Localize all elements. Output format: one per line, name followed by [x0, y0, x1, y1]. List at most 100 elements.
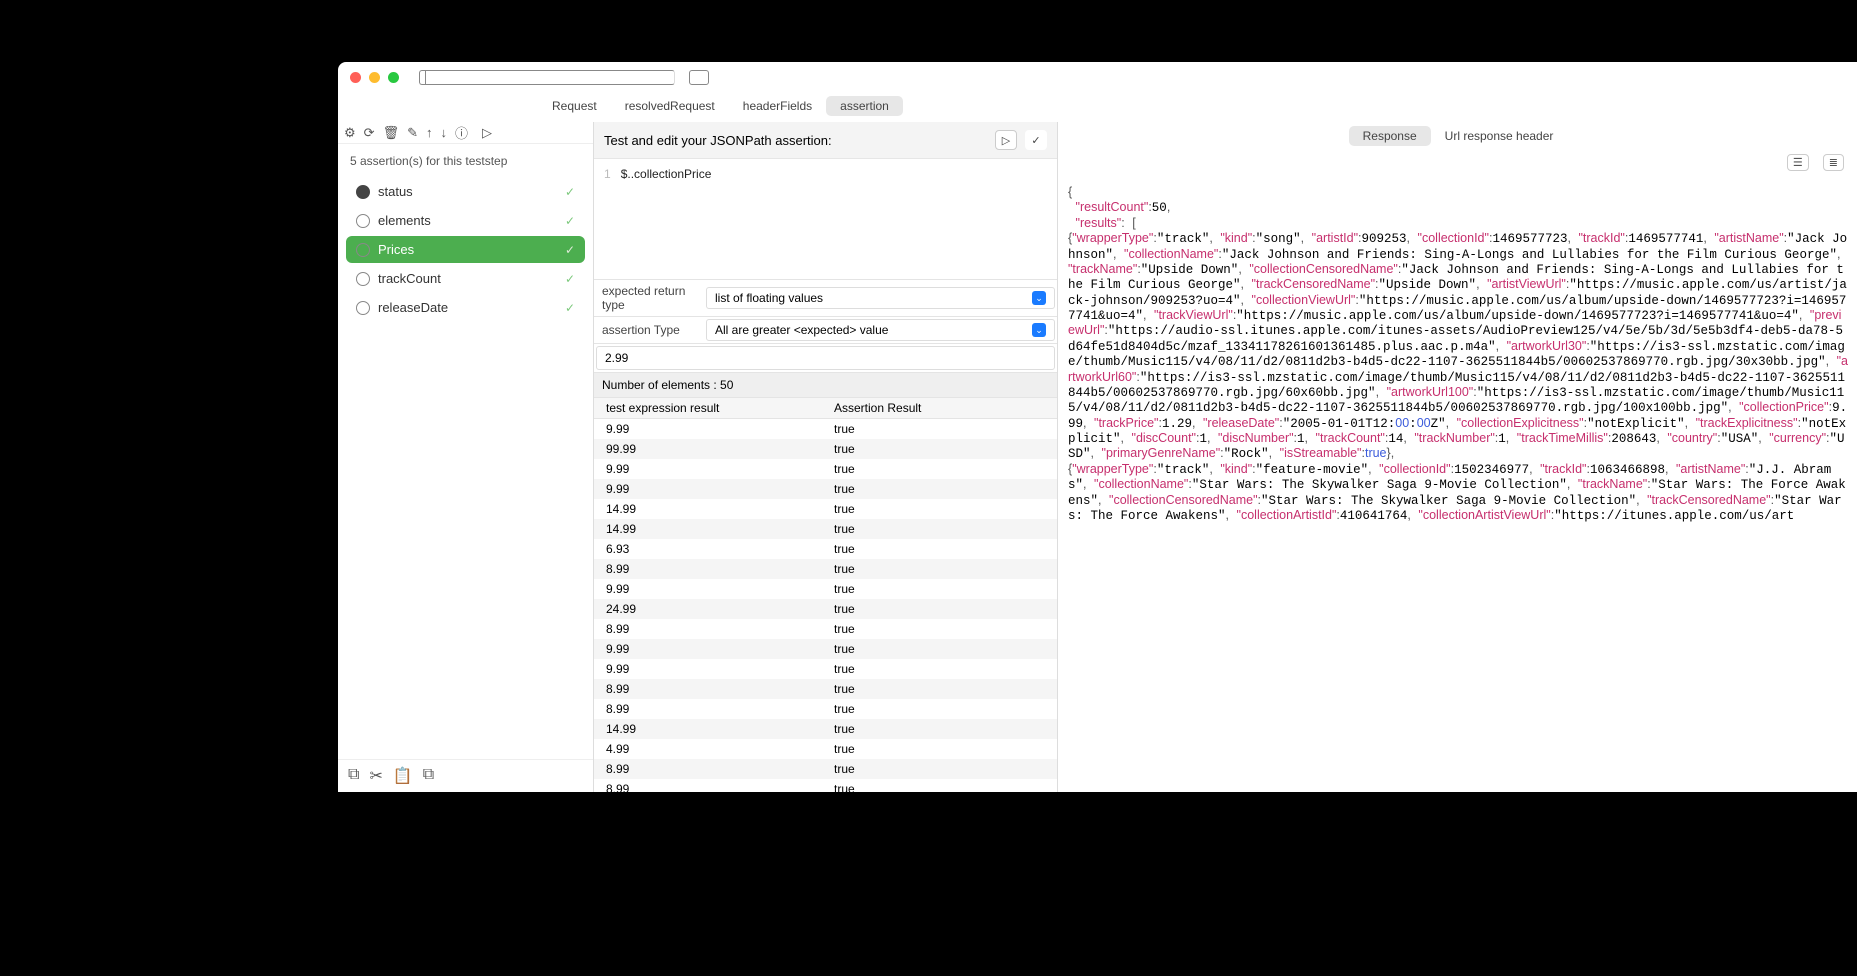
minimize-window-button[interactable] [369, 72, 380, 83]
assertion-status-icon [356, 185, 370, 199]
table-row: 14.99true [594, 519, 1057, 539]
refresh-icon[interactable]: ⟳ [364, 125, 375, 141]
chevron-down-icon: ⌄ [1032, 323, 1046, 337]
assertion-item-elements[interactable]: elements ✓ [346, 207, 585, 234]
assertion-item-releasedate[interactable]: releaseDate ✓ [346, 294, 585, 321]
list-icon[interactable]: ≣ [1823, 154, 1844, 171]
tab-resolvedrequest[interactable]: resolvedRequest [611, 96, 729, 116]
tab-url-response-header[interactable]: Url response header [1431, 126, 1568, 146]
assertion-editor-panel: Test and edit your JSONPath assertion: ▷… [594, 122, 1058, 792]
chevron-down-icon: ⌄ [1032, 291, 1046, 305]
zoom-window-button[interactable] [388, 72, 399, 83]
check-icon: ✓ [565, 301, 575, 315]
cell-assertion-result: true [822, 439, 1057, 459]
expected-return-type-select[interactable]: list of floating values ⌄ [706, 287, 1055, 309]
info-icon[interactable]: ⓘ [455, 123, 468, 142]
check-icon: ✓ [565, 243, 575, 257]
response-json-view[interactable]: { "resultCount":50, "results": [ {"wrapp… [1058, 177, 1857, 531]
cell-assertion-result: true [822, 599, 1057, 619]
table-row: 8.99true [594, 759, 1057, 779]
assertion-item-trackcount[interactable]: trackCount✓ [346, 265, 585, 292]
up-icon[interactable]: ↑ [426, 125, 433, 140]
cell-expression-result: 99.99 [594, 439, 822, 459]
cell-expression-result: 4.99 [594, 739, 822, 759]
table-row: 9.99true [594, 579, 1057, 599]
run-assertion-button[interactable]: ▷ [995, 130, 1017, 150]
assertion-item-label: status [378, 184, 413, 199]
tab-request[interactable]: Request [538, 96, 611, 116]
assertion-type-value: All are greater <expected> value [715, 323, 888, 337]
table-row: 14.99true [594, 499, 1057, 519]
cell-assertion-result: true [822, 499, 1057, 519]
assertions-sidebar: ⚙ ⟳ 🗑 ✎ ↑ ↓ ⓘ ▷ 5 assertion(s) for this … [338, 122, 594, 792]
cell-assertion-result: true [822, 619, 1057, 639]
align-left-icon[interactable]: ☰ [1787, 154, 1809, 171]
expected-return-type-value: list of floating values [715, 291, 823, 305]
table-row: 9.99true [594, 459, 1057, 479]
paste-icon[interactable]: ⧉ [423, 766, 434, 786]
clipboard-icon[interactable]: 📋 [393, 766, 413, 786]
toggle-sidebar-icon[interactable] [419, 70, 675, 85]
copy-icon[interactable]: ⧉ [348, 766, 359, 786]
table-row: 14.99true [594, 719, 1057, 739]
tab-headerfields[interactable]: headerFields [729, 96, 826, 116]
table-row: 8.99true [594, 619, 1057, 639]
cell-expression-result: 9.99 [594, 579, 822, 599]
cell-expression-result: 9.99 [594, 659, 822, 679]
cell-assertion-result: true [822, 579, 1057, 599]
table-row: 4.99true [594, 739, 1057, 759]
element-count-label: Number of elements : 50 [594, 372, 1057, 397]
cell-assertion-result: true [822, 759, 1057, 779]
col-assertion-result: Assertion Result [822, 398, 1057, 418]
cell-expression-result: 9.99 [594, 639, 822, 659]
cell-assertion-result: true [822, 459, 1057, 479]
document-icon[interactable] [689, 70, 709, 85]
expected-value-input[interactable]: 2.99 [596, 346, 1055, 370]
table-row: 9.99true [594, 639, 1057, 659]
cell-expression-result: 9.99 [594, 479, 822, 499]
cell-expression-result: 9.99 [594, 459, 822, 479]
cell-assertion-result: true [822, 559, 1057, 579]
cell-expression-result: 8.99 [594, 679, 822, 699]
assertion-item-label: elements [378, 213, 431, 228]
assertion-status-icon [356, 243, 370, 257]
titlebar [338, 62, 1857, 92]
assertion-item-status[interactable]: status✓ [346, 178, 585, 205]
assertion-type-label: assertion Type [594, 319, 706, 341]
table-row: 9.99true [594, 419, 1057, 439]
table-row: 24.99true [594, 599, 1057, 619]
editor-heading: Test and edit your JSONPath assertion: [604, 133, 832, 148]
assertion-item-prices[interactable]: Prices ✓ [346, 236, 585, 263]
tab-response[interactable]: Response [1349, 126, 1431, 146]
assertion-type-select[interactable]: All are greater <expected> value ⌄ [706, 319, 1055, 341]
assertion-item-label: releaseDate [378, 300, 448, 315]
tab-assertion[interactable]: assertion [826, 96, 903, 116]
cell-assertion-result: true [822, 779, 1057, 792]
assertion-item-label: Prices [378, 242, 414, 257]
window-controls [350, 72, 399, 83]
edit-icon[interactable]: ✎ [407, 125, 418, 141]
assertion-status-icon [356, 272, 370, 286]
sidebar-footer: ⧉ ✂ 📋 ⧉ [338, 759, 593, 792]
down-icon[interactable]: ↓ [440, 125, 447, 140]
cell-expression-result: 8.99 [594, 559, 822, 579]
check-icon: ✓ [565, 214, 575, 228]
play-icon[interactable]: ▷ [482, 125, 492, 141]
cut-icon[interactable]: ✂ [369, 766, 382, 786]
table-row: 9.99true [594, 479, 1057, 499]
response-panel: ResponseUrl response header ☰ ≣ { "resul… [1058, 122, 1857, 792]
response-tab-bar: ResponseUrl response header [1058, 122, 1857, 152]
close-window-button[interactable] [350, 72, 361, 83]
delete-icon[interactable]: 🗑 [383, 125, 400, 141]
assertions-count-label: 5 assertion(s) for this teststep [338, 144, 593, 178]
gear-icon[interactable]: ⚙ [344, 125, 356, 141]
app-window: RequestresolvedRequestheaderFieldsassert… [338, 62, 1857, 792]
cell-assertion-result: true [822, 659, 1057, 679]
jsonpath-editor[interactable]: 1 $..collectionPrice [594, 159, 1057, 279]
cell-assertion-result: true [822, 719, 1057, 739]
assertion-status-icon [356, 214, 370, 228]
col-test-expression-result: test expression result [594, 398, 822, 418]
confirm-assertion-button[interactable]: ✓ [1025, 130, 1047, 150]
cell-assertion-result: true [822, 479, 1057, 499]
check-icon: ✓ [565, 272, 575, 286]
